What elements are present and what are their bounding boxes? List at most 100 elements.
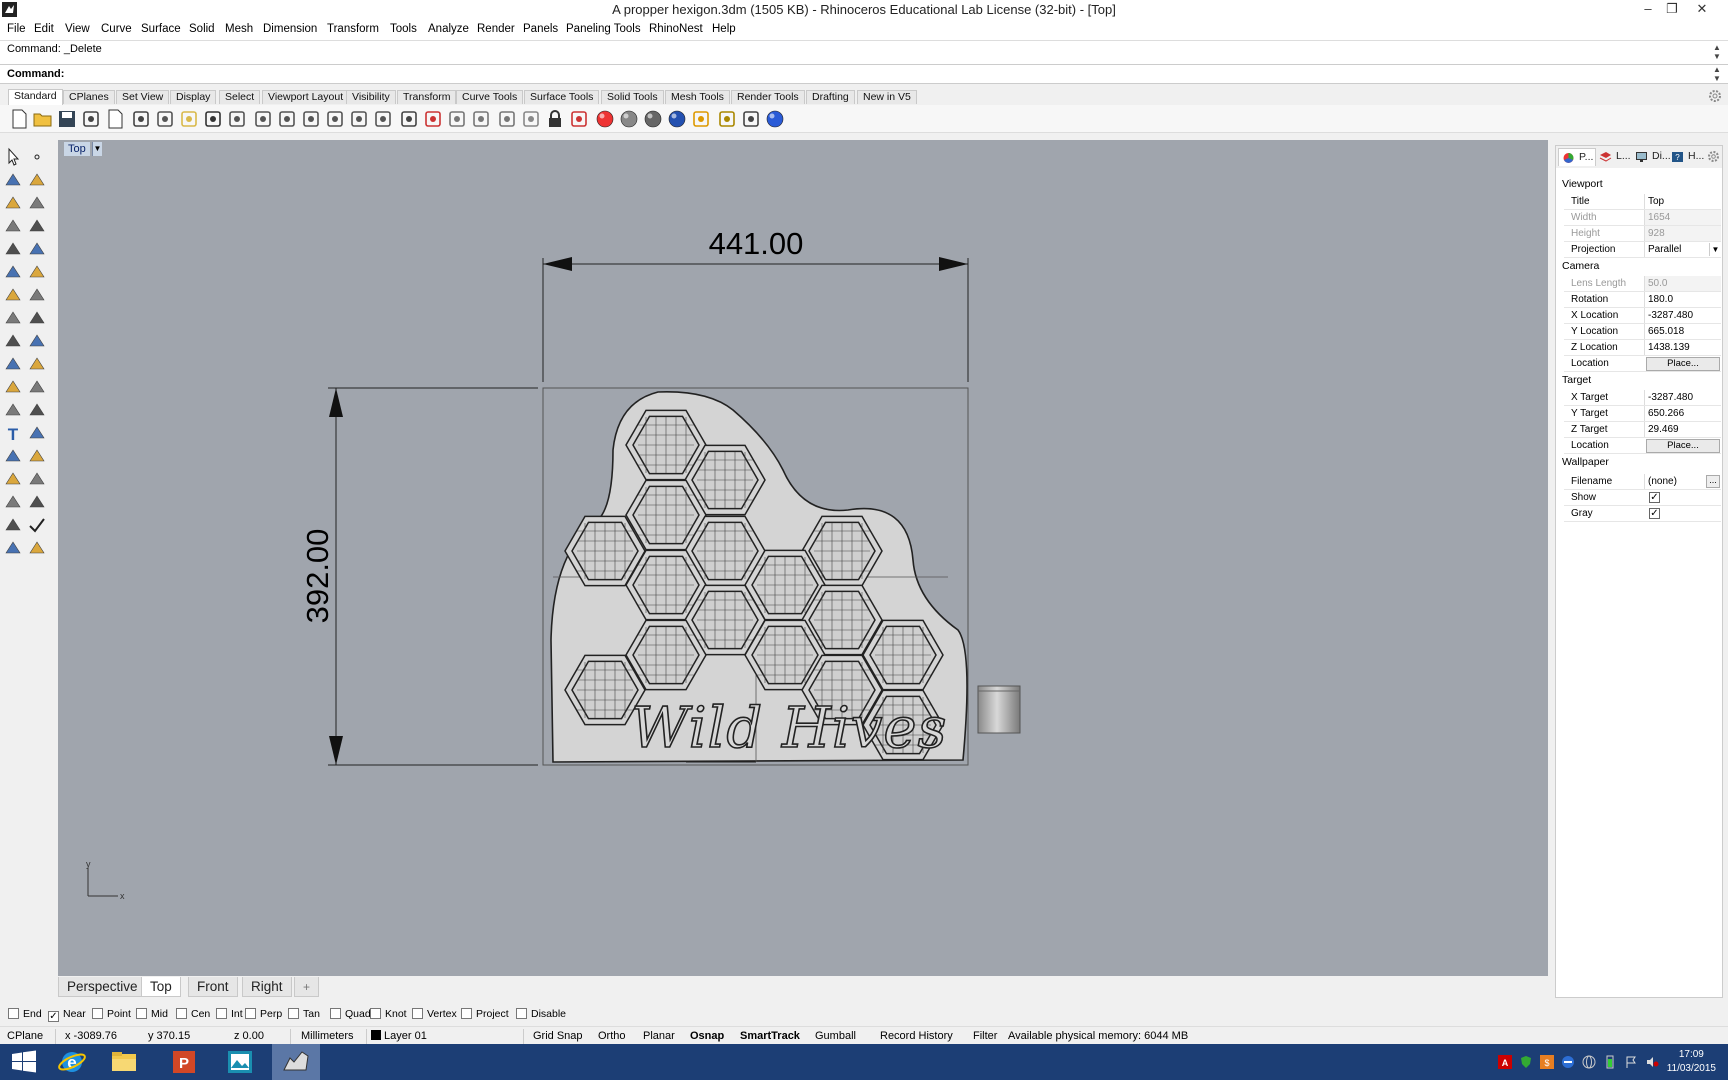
osnap-point[interactable]: Point — [92, 1008, 131, 1020]
tray-shield-icon[interactable] — [1519, 1055, 1533, 1069]
history-scroll[interactable]: ▲ ▼ — [1712, 43, 1722, 61]
grid-snap-icon[interactable] — [26, 468, 48, 490]
panel-tab-help[interactable]: ? H... — [1668, 148, 1704, 166]
tray-network-drive-icon[interactable] — [1561, 1055, 1575, 1069]
taskbar-ie[interactable]: e — [48, 1044, 96, 1080]
row-y-target[interactable]: Y Target 650.266 — [1564, 406, 1721, 422]
start-button[interactable] — [0, 1044, 48, 1080]
surface-icon[interactable] — [2, 261, 24, 283]
tray-volume-muted-icon[interactable] — [1645, 1055, 1659, 1069]
row-zloc-value[interactable]: 1438.139 — [1644, 340, 1721, 355]
viewport-tab-right[interactable]: Right — [242, 977, 292, 997]
taskbar-photos[interactable] — [216, 1044, 264, 1080]
join-icon[interactable] — [26, 353, 48, 375]
lock-icon[interactable] — [544, 108, 566, 130]
flag-icon[interactable] — [690, 108, 712, 130]
panel-options-gear-icon[interactable] — [1707, 150, 1720, 163]
viewport-top[interactable]: 441.00 392.00 Wild Hives y x Top ▼ — [58, 140, 1548, 976]
status-record-history[interactable]: Record History — [880, 1030, 953, 1042]
cylinder-object[interactable] — [977, 685, 1021, 734]
viewport-tab-perspective[interactable]: Perspective — [58, 977, 147, 997]
osnap-vertex[interactable]: Vertex — [412, 1008, 457, 1020]
tray-flag-icon[interactable] — [1624, 1055, 1638, 1069]
osnap-tan[interactable]: Tan — [288, 1008, 320, 1020]
taskbar-powerpoint[interactable]: P — [160, 1044, 208, 1080]
viewport-canvas[interactable]: 441.00 392.00 Wild Hives y x — [58, 140, 1548, 976]
viewport-title[interactable]: Top — [64, 142, 90, 156]
row-x-target[interactable]: X Target -3287.480 — [1564, 390, 1721, 406]
row-rotation[interactable]: Rotation 180.0 — [1564, 292, 1721, 308]
row-title[interactable]: Title Top — [1564, 194, 1721, 210]
osnap-disable[interactable]: Disable — [516, 1008, 566, 1020]
row-filename[interactable]: Filename (none)... — [1564, 474, 1721, 490]
osnap-perp-checkbox[interactable] — [245, 1008, 256, 1019]
row-yt-value[interactable]: 650.266 — [1644, 406, 1721, 421]
osnap-near[interactable]: ✓ Near — [48, 1008, 86, 1022]
row-z-target[interactable]: Z Target 29.469 — [1564, 422, 1721, 438]
polygon-icon[interactable] — [2, 215, 24, 237]
grid-array-icon[interactable] — [2, 491, 24, 513]
osnap-point-checkbox[interactable] — [92, 1008, 103, 1019]
mesh-icon[interactable] — [2, 537, 24, 559]
ellipse-icon[interactable] — [26, 192, 48, 214]
box-icon[interactable] — [2, 284, 24, 306]
trim-icon[interactable] — [26, 330, 48, 352]
row-projection[interactable]: Projection Parallel ▼ — [1564, 242, 1721, 258]
tab-display[interactable]: Display — [170, 90, 217, 104]
revolve-icon[interactable] — [26, 261, 48, 283]
menu-curve[interactable]: Curve — [101, 23, 132, 35]
cut-icon[interactable] — [130, 108, 152, 130]
row-y-location[interactable]: Y Location 665.018 — [1564, 324, 1721, 340]
viewport-menu-chevron-icon[interactable]: ▼ — [92, 142, 102, 156]
menu-render[interactable]: Render — [477, 23, 515, 35]
row-z-location[interactable]: Z Location 1438.139 — [1564, 340, 1721, 356]
sphere-gray-icon[interactable] — [618, 108, 640, 130]
menu-rhinonest[interactable]: RhinoNest — [649, 23, 703, 35]
tab-cplanes[interactable]: CPlanes — [63, 90, 115, 104]
grid-icon[interactable] — [496, 108, 518, 130]
tab-standard[interactable]: Standard — [8, 89, 63, 105]
fillet-icon[interactable] — [26, 238, 48, 260]
row-yloc-value[interactable]: 665.018 — [1644, 324, 1721, 339]
tab-mesh-tools[interactable]: Mesh Tools — [665, 90, 730, 104]
explode-icon[interactable] — [2, 330, 24, 352]
tab-select[interactable]: Select — [219, 90, 261, 104]
dimension-icon[interactable] — [2, 514, 24, 536]
select-arrow-icon[interactable] — [2, 146, 24, 168]
osnap-near-checkbox[interactable]: ✓ — [48, 1011, 59, 1022]
zoom-window-icon[interactable] — [300, 108, 322, 130]
zoom-selected-icon[interactable] — [348, 108, 370, 130]
osnap-vertex-checkbox[interactable] — [412, 1008, 423, 1019]
taskbar-rhino[interactable] — [272, 1044, 320, 1080]
four-viewports-icon[interactable] — [398, 108, 420, 130]
new-file-icon[interactable] — [8, 108, 30, 130]
row-rotation-value[interactable]: 180.0 — [1644, 292, 1721, 307]
taskbar-clock[interactable]: 17:09 11/03/2015 — [1667, 1048, 1716, 1076]
status-filter[interactable]: Filter — [973, 1030, 997, 1042]
text-icon[interactable]: T — [2, 422, 24, 444]
status-osnap[interactable]: Osnap — [690, 1030, 724, 1042]
osnap-knot-checkbox[interactable] — [370, 1008, 381, 1019]
zoom-icon[interactable] — [276, 108, 298, 130]
arc-icon[interactable] — [2, 238, 24, 260]
tab-set-view[interactable]: Set View — [116, 90, 170, 104]
osnap-cen-checkbox[interactable] — [176, 1008, 187, 1019]
menu-file[interactable]: File — [7, 23, 26, 35]
status-grid-snap[interactable]: Grid Snap — [533, 1030, 583, 1042]
plane-icon[interactable] — [446, 108, 468, 130]
tab-visibility[interactable]: Visibility — [346, 90, 396, 104]
dimension-vertical[interactable] — [328, 387, 538, 766]
color-wheel-icon[interactable] — [594, 108, 616, 130]
osnap-tan-checkbox[interactable] — [288, 1008, 299, 1019]
panel-tab-display[interactable]: Di... — [1632, 148, 1671, 166]
solid-tools-icon[interactable] — [2, 468, 24, 490]
tray-acrobat-icon[interactable]: A — [1498, 1055, 1512, 1069]
viewport-tab-top[interactable]: Top — [141, 977, 181, 997]
command-scroll[interactable]: ▲ ▼ — [1712, 65, 1722, 83]
show-checkbox[interactable]: ✓ — [1649, 492, 1660, 503]
extrude-icon[interactable] — [26, 307, 48, 329]
scale-icon[interactable] — [26, 422, 48, 444]
pan-icon[interactable] — [226, 108, 248, 130]
tab-curve-tools[interactable]: Curve Tools — [456, 90, 524, 104]
split-icon[interactable] — [2, 353, 24, 375]
